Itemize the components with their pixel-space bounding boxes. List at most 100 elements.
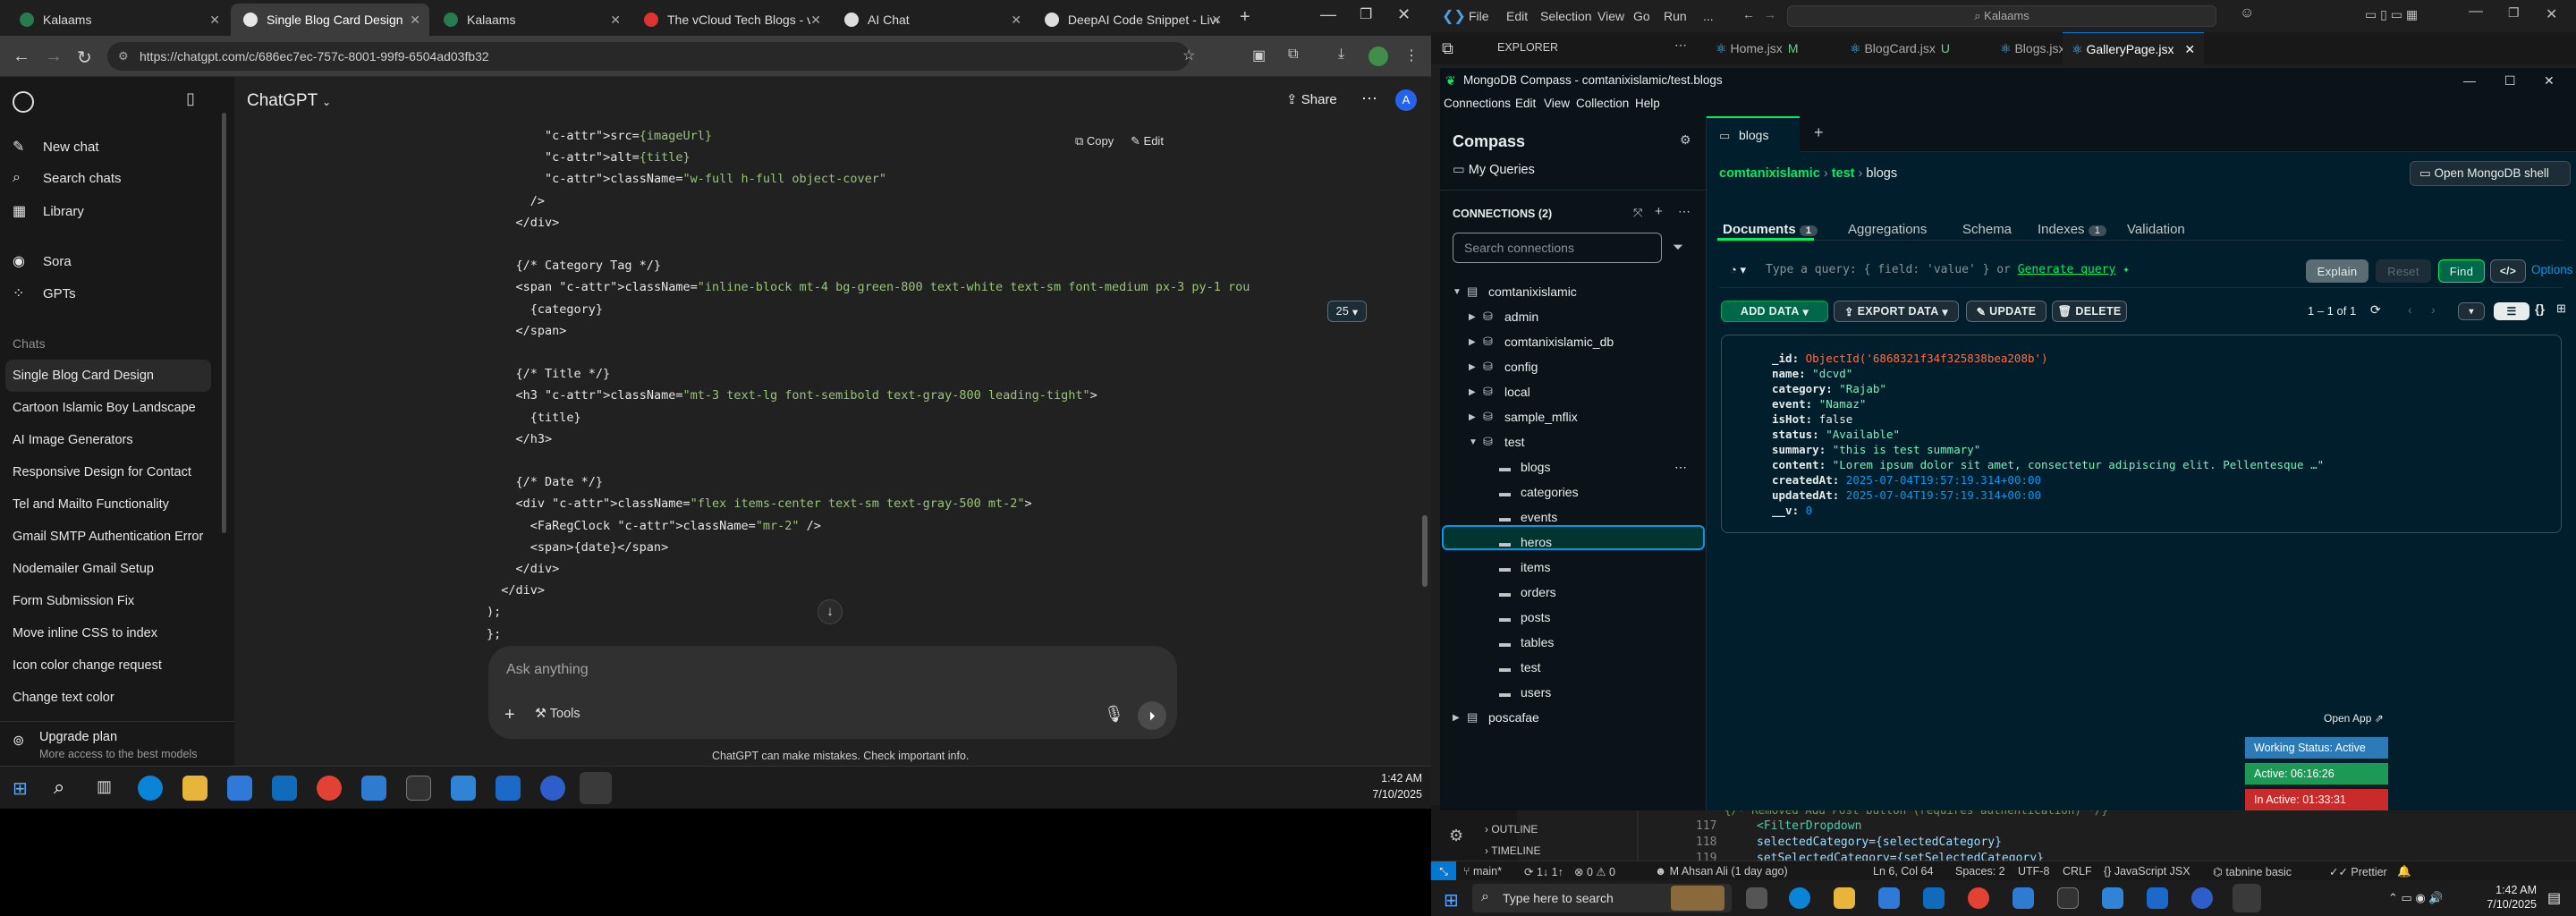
- more-menu-icon[interactable]: ⋮: [1404, 47, 1419, 64]
- add-connection-icon[interactable]: +: [1655, 204, 1663, 219]
- workspace-tab-blogs[interactable]: ▭ blogs: [1707, 116, 1800, 152]
- menu-view[interactable]: View: [1597, 9, 1624, 23]
- tools-button[interactable]: ⚒ Tools: [535, 707, 580, 721]
- editor-tab[interactable]: ⚛ BlogCard.jsx U: [1850, 32, 1950, 64]
- collection-item[interactable]: ▬ events: [1440, 505, 1707, 530]
- tab-aggregations[interactable]: Aggregations: [1848, 222, 1927, 237]
- connections-more-icon[interactable]: ⋯: [1678, 204, 1690, 219]
- database-item[interactable]: ▶ ⛁ comtanixislamic_db: [1440, 329, 1707, 354]
- json-view-icon[interactable]: {}: [2535, 301, 2545, 316]
- copy-code-button[interactable]: ⧉ Copy: [1075, 134, 1114, 148]
- edge-icon[interactable]: [1789, 887, 1810, 909]
- scroll-down-button[interactable]: ↓: [818, 599, 843, 624]
- explorer-files-icon[interactable]: ⧉: [1442, 39, 1453, 58]
- database-item[interactable]: ▶ ⛁ config: [1440, 354, 1707, 379]
- chevron-right-icon[interactable]: ▶: [1469, 387, 1483, 397]
- paint-icon[interactable]: [496, 776, 521, 801]
- vscode-alt-icon[interactable]: [361, 776, 386, 801]
- task-view-icon[interactable]: [1746, 887, 1767, 909]
- view-options-dropdown[interactable]: ▾: [2458, 302, 2485, 320]
- connection-item[interactable]: ▶ ▤ poscafae: [1440, 705, 1707, 730]
- query-input[interactable]: Type a query: { field: 'value' } or Gene…: [1766, 263, 2130, 276]
- remote-icon[interactable]: ⤡: [1431, 861, 1456, 881]
- close-tab-icon[interactable]: ✕: [2184, 42, 2195, 56]
- sidebar-scrollbar[interactable]: [222, 113, 226, 533]
- chevron-down-icon[interactable]: ▼: [1469, 437, 1483, 447]
- browser-tab[interactable]: Kalaams ✕: [7, 4, 229, 36]
- chat-item[interactable]: Gmail SMTP Authentication Error: [13, 530, 203, 544]
- edge-icon[interactable]: [138, 776, 163, 801]
- collection-item[interactable]: ▬ heros: [1440, 530, 1707, 555]
- settings-gear-icon[interactable]: ⚙: [1449, 827, 1463, 845]
- timeline-section[interactable]: › TIMELINE: [1485, 844, 1540, 857]
- database-item[interactable]: ▶ ⛁ admin: [1440, 304, 1707, 329]
- tab-indexes[interactable]: Indexes 1: [2038, 222, 2106, 237]
- notifications-icon[interactable]: 🔔: [2397, 865, 2411, 878]
- reload-icon[interactable]: ↻: [77, 47, 92, 69]
- collection-item[interactable]: ▬ categories: [1440, 479, 1707, 505]
- options-button[interactable]: Options ›: [2531, 263, 2576, 276]
- database-item[interactable]: ▶ ⛁ sample_mflix: [1440, 404, 1707, 429]
- table-view-icon[interactable]: ⊞: [2556, 301, 2566, 316]
- search-chats-button[interactable]: ⌕ Search chats: [13, 170, 122, 186]
- document-field[interactable]: name: "dcvd": [1772, 367, 1852, 380]
- query-history-icon[interactable]: ◔ ▾: [1730, 263, 1746, 277]
- openai-logo-icon[interactable]: [13, 91, 34, 113]
- store-icon[interactable]: [1878, 887, 1900, 909]
- chevron-right-icon[interactable]: ▶: [1469, 362, 1483, 372]
- find-button[interactable]: Find: [2438, 259, 2485, 283]
- code-view-button[interactable]: </>: [2490, 259, 2526, 283]
- maximize-icon[interactable]: ☐: [2504, 68, 2516, 93]
- document-card[interactable]: _id: ObjectId('6868321f34f325838bea208b'…: [1721, 335, 2562, 533]
- zoom-icon[interactable]: [2191, 887, 2213, 909]
- refresh-icon[interactable]: ⟳: [2370, 302, 2381, 318]
- document-field[interactable]: category: "Rajab": [1772, 382, 1886, 395]
- bookmark-star-icon[interactable]: ☆: [1182, 47, 1195, 64]
- collection-item[interactable]: ▬ orders: [1440, 580, 1707, 605]
- document-field[interactable]: event: "Namaz": [1772, 397, 1866, 411]
- close-window-icon[interactable]: ✕: [2546, 5, 2557, 23]
- chat-item[interactable]: Nodemailer Gmail Setup: [13, 562, 154, 576]
- indentation[interactable]: Spaces: 2: [1955, 865, 2005, 878]
- tracker-app-icon[interactable]: [2233, 884, 2261, 912]
- menu-help[interactable]: Help: [1635, 97, 1660, 110]
- collection-item[interactable]: ▬ tables: [1440, 630, 1707, 655]
- puzzle-icon[interactable]: ⧉: [1288, 47, 1298, 63]
- document-field[interactable]: summary: "this is test summary": [1772, 443, 1980, 456]
- windows-start-icon[interactable]: ⊞: [13, 777, 28, 800]
- document-field[interactable]: status: "Available": [1772, 428, 1900, 441]
- composer[interactable]: Ask anything + ⚒ Tools 🎙 ⏵: [488, 646, 1177, 739]
- new-tab-icon[interactable]: +: [1814, 123, 1824, 142]
- gpts-button[interactable]: ⁘ GPTs: [13, 284, 76, 302]
- toggle-sidebar-icon[interactable]: ▯: [186, 89, 195, 108]
- close-tab-icon[interactable]: ✕: [209, 13, 220, 28]
- maximize-icon[interactable]: ❐: [1360, 5, 1372, 23]
- browser-tab-active[interactable]: Single Blog Card Design ✕: [231, 4, 429, 36]
- command-center-search[interactable]: ⌕ Kalaams: [1787, 5, 2216, 27]
- connection-item[interactable]: ▼ ▤ comtanixislamic: [1440, 279, 1707, 304]
- close-tab-icon[interactable]: ✕: [1211, 13, 1222, 28]
- url-field[interactable]: ⚙ https://chatgpt.com/c/686ec7ec-757c-80…: [107, 42, 1190, 71]
- outline-section[interactable]: › OUTLINE: [1485, 823, 1538, 835]
- menu-connections[interactable]: Connections: [1444, 97, 1511, 110]
- prompt-input[interactable]: Ask anything: [506, 662, 589, 678]
- export-data-button[interactable]: ⇪ EXPORT DATA ▾: [1834, 301, 1959, 322]
- chevron-right-icon[interactable]: ▶: [1469, 412, 1483, 422]
- document-field[interactable]: createdAt: 2025-07-04T19:57:19.314+00:00: [1772, 473, 2041, 487]
- terminal-icon[interactable]: [406, 776, 431, 801]
- settings-gear-icon[interactable]: ⚙: [1680, 132, 1691, 148]
- editor-tab[interactable]: ⚛ Home.jsx M: [1716, 32, 1798, 64]
- sora-button[interactable]: ◉ Sora: [13, 252, 72, 270]
- browser-tab[interactable]: DeepAI Code Snippet - Live ✕: [1032, 4, 1231, 36]
- chevron-right-icon[interactable]: ▶: [1453, 713, 1467, 723]
- database-item[interactable]: ▶ ⛁ local: [1440, 379, 1707, 404]
- close-window-icon[interactable]: ✕: [1397, 5, 1411, 24]
- chat-item[interactable]: AI Image Generators: [13, 433, 133, 447]
- search-connections-input[interactable]: Search connections: [1453, 233, 1662, 263]
- collection-more-icon[interactable]: ⋯: [1674, 460, 1687, 475]
- share-button[interactable]: ⇪ Share: [1286, 91, 1337, 107]
- outlook-icon[interactable]: [272, 776, 297, 801]
- menu-edit[interactable]: Edit: [1515, 97, 1536, 110]
- notification-center-icon[interactable]: ▤: [2547, 889, 2561, 907]
- update-button[interactable]: ✎ UPDATE: [1966, 301, 2046, 322]
